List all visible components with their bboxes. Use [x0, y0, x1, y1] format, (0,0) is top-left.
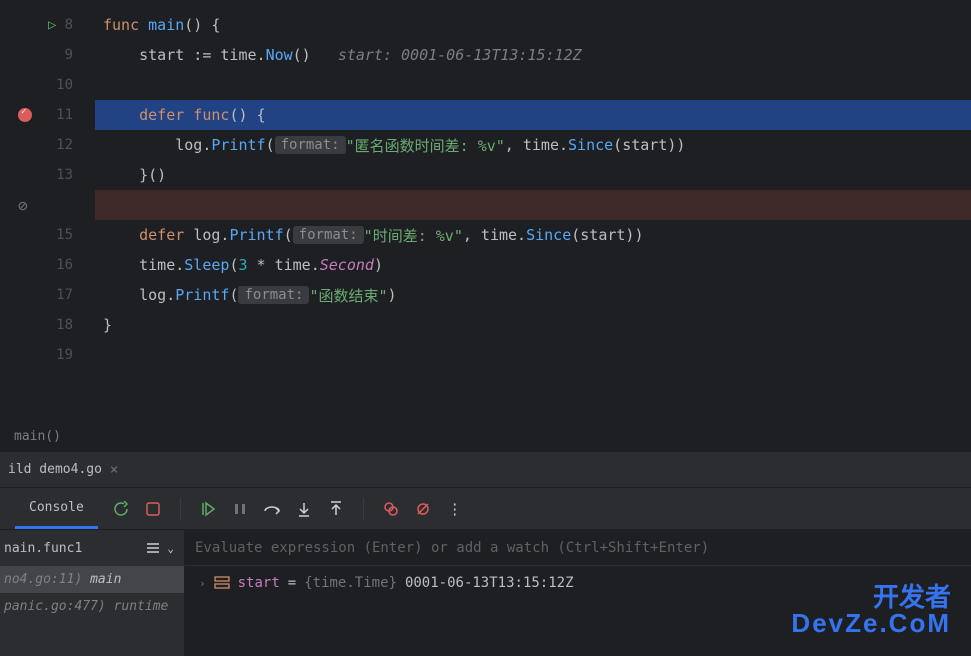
line-number: 19 [56, 347, 73, 363]
code-line-16[interactable]: time.Sleep(3 * time.Second) [95, 250, 971, 280]
run-icon[interactable]: ▷ [48, 17, 56, 33]
code-line-11[interactable]: defer func() { [95, 100, 971, 130]
param-hint: format: [238, 286, 309, 304]
step-out-icon[interactable] [327, 500, 345, 518]
line-number: 8 [65, 17, 73, 33]
view-breakpoints-icon[interactable] [382, 500, 400, 518]
more-icon[interactable]: ⋮ [446, 500, 464, 518]
editor-area: ▷ 8 9 10 11 12 13 ⊘ 15 16 17 18 19 func … [0, 0, 971, 420]
code-line-10[interactable] [95, 70, 971, 100]
step-over-icon[interactable] [263, 500, 281, 518]
mute-breakpoints-icon[interactable] [414, 500, 432, 518]
line-number: 10 [56, 77, 73, 93]
variable-row[interactable]: › start = {time.Time} 0001-06-13T13:15:1… [185, 566, 971, 600]
code-line-14[interactable] [95, 190, 971, 220]
variable-value: 0001-06-13T13:15:12Z [405, 575, 574, 591]
code-line-15[interactable]: defer log.Printf( format: "时间差: %v", tim… [95, 220, 971, 250]
debug-toolbar: Console ⋮ [0, 488, 971, 530]
frames-header[interactable]: nain.func1 ⌄ [0, 530, 184, 566]
line-number: 18 [56, 317, 73, 333]
debug-tab-bar: ild demo4.go × [0, 452, 971, 488]
separator [363, 498, 364, 520]
line-number: 17 [56, 287, 73, 303]
chevron-right-icon[interactable]: › [199, 577, 206, 590]
frame-item[interactable]: no4.go:11) main [0, 566, 184, 593]
gutter-line[interactable]: 16 [0, 250, 95, 280]
close-icon[interactable]: × [110, 462, 118, 478]
code-line-9[interactable]: start := time.Now() start: 0001-06-13T13… [95, 40, 971, 70]
gutter-line[interactable]: 18 [0, 310, 95, 340]
variable-type: {time.Time} [304, 575, 397, 591]
param-hint: format: [275, 136, 346, 154]
variables-pane: Evaluate expression (Enter) or add a wat… [185, 530, 971, 656]
struct-icon [214, 575, 230, 591]
line-number: 11 [56, 107, 73, 123]
tab-label: ild demo4.go [8, 462, 102, 477]
code-line-13[interactable]: }() [95, 160, 971, 190]
frames-pane: nain.func1 ⌄ no4.go:11) main panic.go:47… [0, 530, 185, 656]
code-line-17[interactable]: log.Printf( format: "函数结束") [95, 280, 971, 310]
tab-demo4[interactable]: ild demo4.go × [0, 452, 126, 487]
evaluate-input[interactable]: Evaluate expression (Enter) or add a wat… [185, 530, 971, 566]
gutter-line[interactable]: 15 [0, 220, 95, 250]
step-into-icon[interactable] [295, 500, 313, 518]
code-line-18[interactable]: } [95, 310, 971, 340]
variable-name: start [238, 575, 280, 591]
pause-icon[interactable] [231, 500, 249, 518]
threads-icon[interactable] [145, 541, 161, 555]
gutter-line[interactable]: 13 [0, 160, 95, 190]
frame-item[interactable]: panic.go:477) runtime [0, 593, 184, 620]
gutter-line[interactable]: ▷ 8 [0, 10, 95, 40]
debug-sidebar-handle[interactable] [0, 488, 15, 529]
breakpoint-icon[interactable] [18, 108, 32, 122]
stop-icon[interactable] [144, 500, 162, 518]
gutter-line[interactable]: ⊘ [0, 190, 95, 220]
separator [180, 498, 181, 520]
line-number: 16 [56, 257, 73, 273]
gutter-line[interactable]: 19 [0, 340, 95, 370]
gutter-line[interactable]: 12 [0, 130, 95, 160]
line-number: 13 [56, 167, 73, 183]
line-number: 9 [65, 47, 73, 63]
gutter-line[interactable]: 17 [0, 280, 95, 310]
line-number: 15 [56, 227, 73, 243]
rerun-icon[interactable] [112, 500, 130, 518]
breadcrumb[interactable]: main() [0, 420, 971, 452]
code-area[interactable]: func main() { start := time.Now() start:… [95, 0, 971, 420]
debug-panes: nain.func1 ⌄ no4.go:11) main panic.go:47… [0, 530, 971, 656]
chevron-down-icon[interactable]: ⌄ [167, 542, 174, 555]
breadcrumb-item[interactable]: main() [14, 429, 61, 444]
code-line-19[interactable] [95, 340, 971, 370]
code-line-12[interactable]: log.Printf( format: "匿名函数时间差: %v", time.… [95, 130, 971, 160]
gutter-line[interactable]: 11 [0, 100, 95, 130]
gutter-line[interactable]: 9 [0, 40, 95, 70]
line-number: 12 [56, 137, 73, 153]
code-line-8[interactable]: func main() { [95, 10, 971, 40]
gutter: ▷ 8 9 10 11 12 13 ⊘ 15 16 17 18 19 [0, 0, 95, 420]
current-frame: nain.func1 [4, 541, 139, 556]
console-tab[interactable]: Console [15, 488, 98, 529]
gutter-line[interactable]: 10 [0, 70, 95, 100]
resume-icon[interactable] [199, 500, 217, 518]
param-hint: format: [293, 226, 364, 244]
no-entry-icon[interactable]: ⊘ [18, 196, 28, 215]
